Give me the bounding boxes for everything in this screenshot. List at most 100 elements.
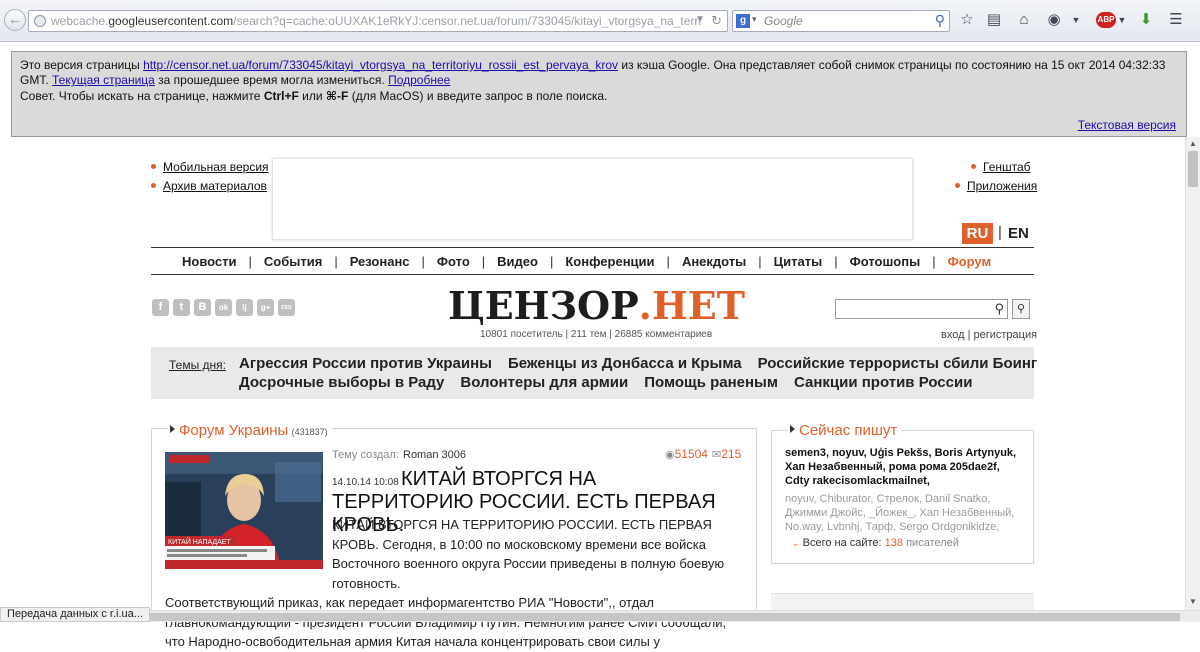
bullet-icon <box>151 164 156 169</box>
nav-item[interactable]: Форум <box>948 254 991 269</box>
views-count: ◉51504 <box>665 447 708 461</box>
comments-count[interactable]: ✉215 <box>712 447 741 461</box>
rss-icon[interactable]: rss <box>278 299 295 316</box>
topic-link[interactable]: Досрочные выборы в Раду <box>239 374 444 391</box>
author-label: Тему создал: <box>332 449 399 461</box>
bullet-icon <box>955 183 960 188</box>
archive-link[interactable]: Архив материалов <box>163 179 267 193</box>
site-stats: 10801 посетитель | 211 тем | 26885 комме… <box>480 329 713 340</box>
nav-separator: | <box>334 254 338 269</box>
topic-link[interactable]: Волонтеры для армии <box>460 374 628 391</box>
now-writing-heading: Сейчас пишут <box>788 422 902 439</box>
recent-users[interactable]: noyuv, Chiburator, Стрелок, Danil Snatko… <box>785 492 1025 534</box>
ad-banner <box>272 158 913 240</box>
genshtab-link[interactable]: Генштаб <box>983 160 1031 174</box>
auth-links: вход | регистрация <box>941 329 1038 341</box>
nav-item[interactable]: Фото <box>437 254 470 269</box>
lang-ru-button[interactable]: RU <box>962 223 993 244</box>
author-link[interactable]: Roman 3006 <box>403 449 466 461</box>
topics-row: Агрессия России против Украины Беженцы из… <box>239 355 1053 372</box>
bullet-icon <box>151 183 156 188</box>
scroll-up-icon[interactable]: ▲ <box>1189 139 1197 148</box>
search-placeholder: Google <box>764 14 803 28</box>
browser-search-box[interactable]: g ▾ Google ⚲ <box>732 10 950 32</box>
reload-icon[interactable]: ↻ <box>711 13 722 29</box>
menu-icon[interactable]: ☰ <box>1166 10 1186 30</box>
mobile-version-link[interactable]: Мобильная версия <box>163 160 269 174</box>
search-icon[interactable]: ⚲ <box>935 12 945 29</box>
chevron-down-icon[interactable]: ⌄ <box>792 538 800 548</box>
text-version-link[interactable]: Текстовая версия <box>1078 118 1176 132</box>
nav-separator: | <box>549 254 554 269</box>
livejournal-icon[interactable]: lj <box>236 299 253 316</box>
home-icon[interactable]: ⌂ <box>1014 10 1034 30</box>
bullet-icon <box>971 164 976 169</box>
login-link[interactable]: вход <box>941 329 965 341</box>
google-plus-icon[interactable]: g+ <box>257 299 274 316</box>
advanced-search-icon[interactable]: ⚲ <box>1012 299 1030 319</box>
nav-separator: | <box>666 254 670 269</box>
lang-en-button[interactable]: EN <box>1008 225 1029 242</box>
nav-item[interactable]: Резонанс <box>350 254 410 269</box>
post-body: КИТАЙ ВТОРГСЯ НА ТЕРРИТОРИЮ РОССИИ. ЕСТЬ… <box>165 515 745 652</box>
topic-link[interactable]: Агрессия России против Украины <box>239 355 492 372</box>
download-icon[interactable]: ⬇ <box>1136 10 1156 30</box>
active-users[interactable]: semen3, noyuv, Uģis Pekšs, Boris Artynyu… <box>785 446 1025 488</box>
facebook-icon[interactable]: f <box>152 299 169 316</box>
search-icon[interactable]: ⚲ <box>994 301 1004 317</box>
post-lead: КИТАЙ ВТОРГСЯ НА ТЕРРИТОРИЮ РОССИИ. ЕСТЬ… <box>332 517 725 591</box>
cached-page-link[interactable]: http://censor.net.ua/forum/733045/kitayi… <box>143 58 618 72</box>
topics-label[interactable]: Темы дня: <box>169 358 226 372</box>
topic-link[interactable]: Беженцы из Донбасса и Крыма <box>508 355 742 372</box>
nav-item[interactable]: Фотошопы <box>850 254 921 269</box>
horizontal-scrollbar[interactable] <box>0 610 1200 622</box>
twitter-icon[interactable]: t <box>173 299 190 316</box>
url-text[interactable]: webcache.googleusercontent.com/search?q=… <box>51 14 701 28</box>
google-cache-banner: Это версия страницы http://censor.net.ua… <box>11 51 1187 137</box>
scroll-down-icon[interactable]: ▼ <box>1189 597 1197 606</box>
google-engine-icon[interactable]: g <box>736 14 750 28</box>
nav-item[interactable]: Новости <box>182 254 237 269</box>
triangle-icon <box>790 425 795 433</box>
nav-item[interactable]: Анекдоты <box>682 254 746 269</box>
scrollbar-thumb[interactable] <box>20 613 1180 621</box>
comment-icon: ✉ <box>712 449 722 461</box>
bookmark-star-icon[interactable]: ☆ <box>957 10 977 30</box>
bookmarks-list-icon[interactable]: ▤ <box>984 10 1004 30</box>
nav-item[interactable]: Конференции <box>565 254 654 269</box>
topic-link[interactable]: Помощь раненым <box>644 374 778 391</box>
main-nav: Новости | События | Резонанс | Фото | Видео | Конф… <box>151 247 1034 275</box>
site-logo[interactable]: ЦЕНЗОР.НЕТ <box>448 287 745 325</box>
nav-separator: | <box>481 254 486 269</box>
forum-title-link[interactable]: Форум Украины <box>179 422 288 439</box>
privacy-icon[interactable]: ◉ <box>1044 10 1064 30</box>
nav-item[interactable]: События <box>264 254 322 269</box>
search-tip: Совет. Чтобы искать на странице, нажмите… <box>20 89 608 103</box>
topics-row: Досрочные выборы в Раду Волонтеры для арм… <box>239 374 988 391</box>
topic-link[interactable]: Российские террористы сбили Боинг <box>758 355 1038 372</box>
vertical-scrollbar[interactable]: ▲ ▼ <box>1185 137 1200 610</box>
more-info-link[interactable]: Подробнее <box>388 73 450 87</box>
address-bar[interactable]: webcache.googleusercontent.com/search?q=… <box>28 10 728 32</box>
cache-notice: Это версия страницы http://censor.net.ua… <box>20 58 1166 87</box>
forum-count: (431837) <box>291 427 328 437</box>
odnoklassniki-icon[interactable]: ok <box>215 299 232 316</box>
url-dropdown-icon[interactable]: ▼ <box>695 14 705 25</box>
vkontakte-icon[interactable]: B <box>194 299 211 316</box>
privacy-dropdown-icon[interactable]: ▼ <box>1066 10 1086 30</box>
register-link[interactable]: регистрация <box>974 329 1038 341</box>
engine-dropdown-icon[interactable]: ▾ <box>752 14 757 25</box>
site-search-input[interactable]: ⚲ <box>835 299 1008 319</box>
scrollbar-thumb[interactable] <box>1188 151 1198 187</box>
nav-separator: | <box>834 254 838 269</box>
back-button[interactable]: ← <box>4 9 26 31</box>
apps-link[interactable]: Приложения <box>967 179 1037 193</box>
nav-item[interactable]: Цитаты <box>774 254 823 269</box>
topic-link[interactable]: Санкции против России <box>794 374 972 391</box>
browser-toolbar: ← webcache.googleusercontent.com/search?… <box>0 0 1200 42</box>
nav-items: Новости | События | Резонанс | Фото | Видео | Конф… <box>182 254 991 269</box>
nav-item[interactable]: Видео <box>497 254 538 269</box>
post-text: Соответствующий приказ, как передает инф… <box>165 595 727 649</box>
current-page-link[interactable]: Текущая страница <box>52 73 155 87</box>
adblock-dropdown-icon[interactable]: ▼ <box>1112 10 1132 30</box>
